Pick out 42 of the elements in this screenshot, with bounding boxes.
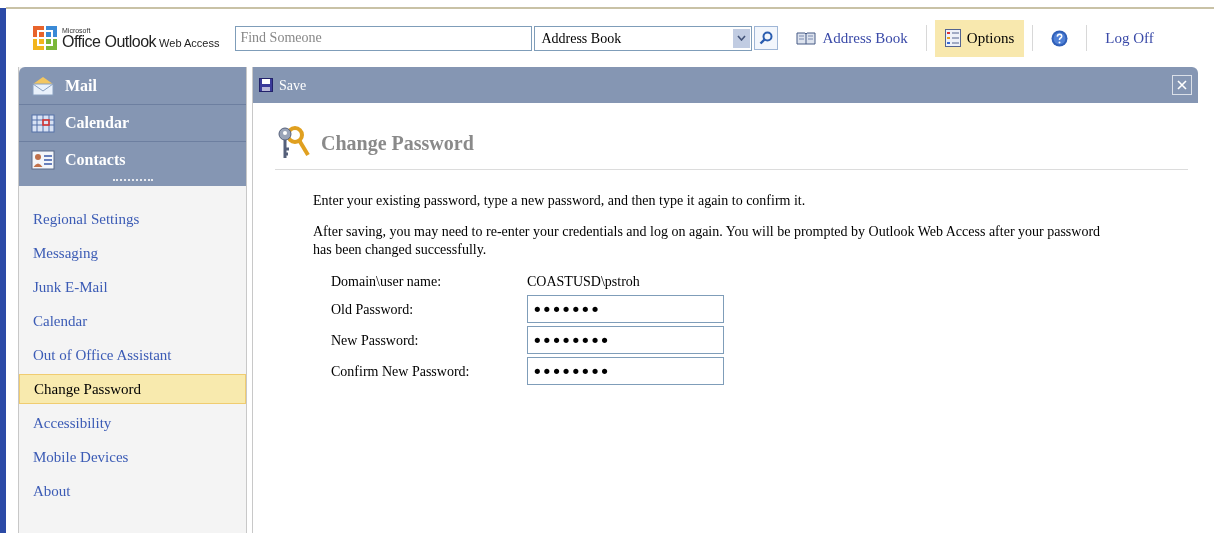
password-field[interactable]: •••••••: [527, 295, 724, 323]
search-field[interactable]: Find Someone: [235, 25, 533, 51]
resize-grip[interactable]: [112, 179, 153, 182]
username-value: COASTUSD\pstroh: [527, 273, 641, 291]
save-icon: [259, 78, 273, 92]
help-icon: [1051, 29, 1069, 47]
address-book-link[interactable]: Address Book: [786, 19, 918, 57]
options-nav-item[interactable]: About: [19, 476, 246, 506]
options-nav-item[interactable]: Change Password: [19, 374, 246, 404]
directory-dropdown[interactable]: Address Book: [534, 25, 753, 51]
keys-icon: [275, 125, 311, 161]
options-nav-item[interactable]: Regional Settings: [19, 204, 246, 234]
field-label: Confirm New Password:: [331, 362, 471, 381]
search-icon: [759, 31, 774, 45]
logo-product: Office Outlook: [62, 33, 157, 50]
options-nav-item[interactable]: Mobile Devices: [19, 442, 246, 472]
options-nav-item[interactable]: Junk E-Mail: [19, 272, 246, 302]
note-text: After saving, you may need to re-enter your credentials and log on again. You will be prompted by Outlook Web Access after your password has been changed successfully.: [313, 223, 1102, 259]
list-icon: [944, 29, 961, 47]
options-nav-item[interactable]: Accessibility: [19, 408, 246, 438]
options-button[interactable]: Options: [934, 19, 1025, 57]
close-icon: [1177, 80, 1187, 90]
field-label: Domain\user name:: [331, 273, 443, 291]
search-button[interactable]: [754, 26, 779, 50]
options-nav-item[interactable]: Calendar: [19, 306, 246, 336]
options-nav-item[interactable]: Out of Office Assistant: [19, 340, 246, 370]
book-icon: [796, 31, 817, 45]
close-button[interactable]: [1172, 75, 1192, 95]
field-label: Old Password:: [331, 300, 415, 319]
caret-icon: [733, 28, 751, 48]
password-field[interactable]: ••••••••: [527, 357, 724, 385]
office-logo-icon: [30, 23, 60, 53]
envelope-icon: [31, 75, 55, 96]
intro-text: Enter your existing password, type a new password, and then type it again to confirm it.: [313, 192, 807, 210]
logo-suffix: Web Access: [159, 37, 220, 49]
calendar-icon: [31, 113, 55, 133]
password-field[interactable]: ••••••••: [527, 326, 724, 354]
contact-card-icon: [31, 150, 55, 170]
page-title: Change Password: [321, 131, 474, 157]
field-label: New Password:: [331, 331, 420, 350]
options-nav-item[interactable]: Messaging: [19, 238, 246, 268]
log-off-link[interactable]: Log Off: [1095, 19, 1164, 57]
